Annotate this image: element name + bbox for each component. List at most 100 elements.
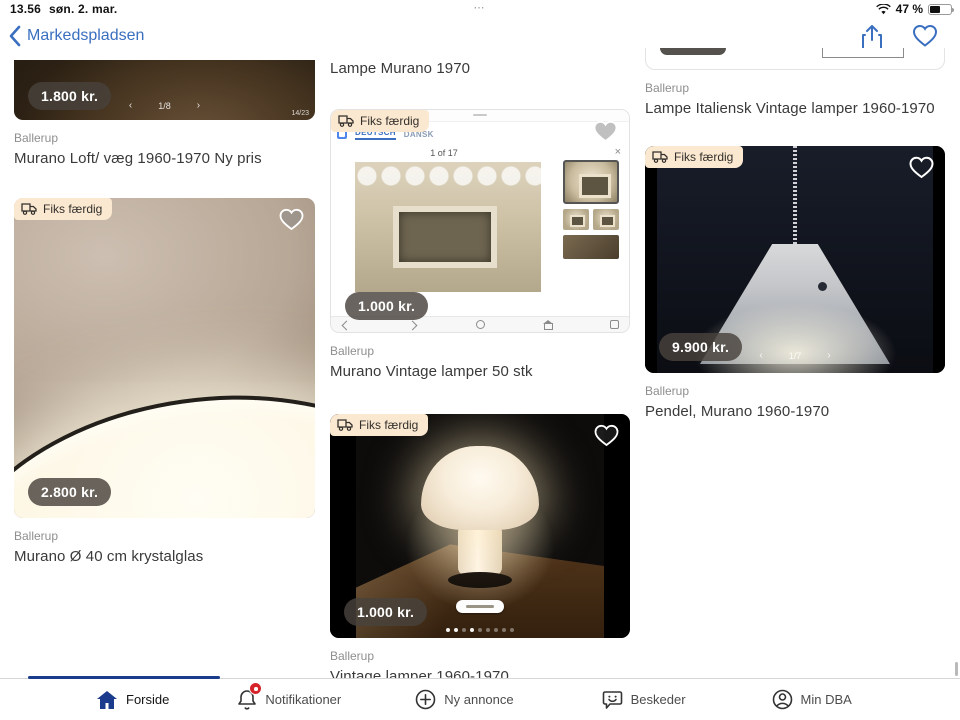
truck-icon xyxy=(337,419,353,431)
image-carousel-controls[interactable]: ‹ 1/8 › xyxy=(14,100,315,111)
favorite-heart-button[interactable] xyxy=(592,119,619,144)
browser-back-icon xyxy=(341,320,350,329)
fiks-faerdig-badge: Fiks færdig xyxy=(645,146,743,168)
carousel-dots xyxy=(330,628,630,632)
listing-image-gallery-screenshot[interactable]: DEUTSCH DANSK 1 of 17 × xyxy=(330,109,630,333)
fiks-faerdig-badge: Fiks færdig xyxy=(14,198,112,220)
wifi-icon xyxy=(876,4,891,15)
photo-letterbox xyxy=(645,146,657,373)
back-chevron-icon xyxy=(8,25,21,47)
listing-location: Ballerup xyxy=(645,81,945,95)
truck-icon xyxy=(21,203,37,215)
browser-tabs-icon xyxy=(610,320,619,329)
lamp-cap xyxy=(421,446,539,530)
price-badge-partial xyxy=(660,48,726,55)
bottom-tab-bar: Forside Notifikationer Ny annonce Besked… xyxy=(0,678,960,720)
inner-close-icon: × xyxy=(615,146,621,158)
fiks-faerdig-label: Fiks færdig xyxy=(43,202,102,216)
home-icon xyxy=(96,690,118,710)
buy-button-partial xyxy=(822,48,904,58)
listing-image-krystalglas[interactable]: Fiks færdig 2.800 kr. xyxy=(14,198,315,518)
lamp-base xyxy=(448,572,512,588)
browser-reload-icon xyxy=(476,320,485,329)
image-counter: 14/23 xyxy=(291,110,309,117)
listing-column-2: Lampe Murano 1970 DEUTSCH DANSK 1 of 17 … xyxy=(330,60,630,685)
listing-title[interactable]: Pendel, Murano 1960-1970 xyxy=(645,403,945,420)
carousel-next-icon[interactable]: › xyxy=(197,100,200,111)
back-label: Markedspladsen xyxy=(27,27,144,45)
inner-thumbnails xyxy=(563,160,621,259)
battery-percent: 47 % xyxy=(896,2,923,16)
favorite-heart-button[interactable] xyxy=(593,423,620,448)
listing-column-3: Ballerup Lampe Italiensk Vintage lamper … xyxy=(645,60,945,420)
thumbnail xyxy=(563,235,619,259)
truck-icon xyxy=(652,151,668,163)
fiks-faerdig-badge: Fiks færdig xyxy=(330,414,428,436)
buy-now-pill xyxy=(456,600,504,613)
browser-home-icon xyxy=(543,320,552,329)
multitask-dots-icon: ⋯ xyxy=(0,1,960,14)
tab-label: Min DBA xyxy=(801,692,852,707)
inner-photo-counter: 1 of 17 xyxy=(331,148,557,158)
back-button[interactable]: Markedspladsen xyxy=(8,25,144,47)
listing-image-mushroom-lamp[interactable]: Fiks færdig 1.000 kr. xyxy=(330,414,630,638)
lamp-cord xyxy=(793,146,797,246)
tab-label: Beskeder xyxy=(631,692,686,707)
status-bar: 13.56søn. 2. mar. ⋯ 47 % xyxy=(0,0,960,18)
notification-badge xyxy=(249,682,262,695)
thumbnail xyxy=(563,209,589,230)
tab-label: Notifikationer xyxy=(265,692,341,707)
listing-column-1: 1.800 kr. ‹ 1/8 › 14/23 Ballerup Murano … xyxy=(14,60,315,565)
photo-letterbox xyxy=(933,146,945,373)
profile-icon xyxy=(772,689,793,710)
listing-location: Ballerup xyxy=(330,649,630,663)
listing-location: Ballerup xyxy=(330,344,630,358)
listing-title[interactable]: Lampe Murano 1970 xyxy=(330,60,630,77)
inner-main-photo xyxy=(355,162,541,292)
tab-ny-annonce[interactable]: Ny annonce xyxy=(415,689,513,710)
carousel-prev-icon[interactable]: ‹ xyxy=(129,100,132,111)
scrollbar[interactable] xyxy=(955,662,958,676)
favorite-heart-button[interactable] xyxy=(908,155,935,180)
plus-circle-icon xyxy=(415,689,436,710)
tab-label: Ny annonce xyxy=(444,692,513,707)
listing-location: Ballerup xyxy=(14,529,315,543)
listing-image-pendant-lamp[interactable]: Fiks færdig 9.900 kr. ‹ 1/7 › xyxy=(645,146,945,373)
listing-title[interactable]: Murano Vintage lamper 50 stk xyxy=(330,363,630,380)
tab-min-dba[interactable]: Min DBA xyxy=(772,689,852,710)
listing-location: Ballerup xyxy=(645,384,945,398)
tab-forside[interactable]: Forside xyxy=(96,690,169,710)
active-tab-indicator xyxy=(28,676,220,679)
carousel-page: 1/7 xyxy=(789,351,802,361)
thumbnail xyxy=(563,160,619,204)
listing-title[interactable]: Lampe Italiensk Vintage lamper 1960-1970 xyxy=(645,100,945,117)
tab-notifikationer[interactable]: Notifikationer xyxy=(237,689,341,710)
price-badge: 1.000 kr. xyxy=(345,292,428,320)
lamp-photo-decor xyxy=(127,60,315,120)
fiks-faerdig-label: Fiks færdig xyxy=(359,418,418,432)
tab-label: Forside xyxy=(126,692,169,707)
battery-icon xyxy=(928,4,952,15)
listing-image-cutoff[interactable] xyxy=(645,48,945,70)
carousel-next-icon[interactable]: › xyxy=(827,350,830,361)
app-screen: 13.56søn. 2. mar. ⋯ 47 % Markedspladsen xyxy=(0,0,960,720)
carousel-prev-icon[interactable]: ‹ xyxy=(759,350,762,361)
thumbnail xyxy=(593,209,619,230)
truck-icon xyxy=(338,115,354,127)
carousel-page: 1/8 xyxy=(158,101,171,111)
fiks-faerdig-label: Fiks færdig xyxy=(360,114,419,128)
listing-title[interactable]: Murano Loft/ væg 1960-1970 Ny pris xyxy=(14,150,315,167)
favorite-heart-button[interactable] xyxy=(278,207,305,232)
listing-location: Ballerup xyxy=(14,131,315,145)
chat-smiley-icon xyxy=(602,690,623,710)
price-badge: 1.000 kr. xyxy=(344,598,427,626)
tab-beskeder[interactable]: Beskeder xyxy=(602,690,686,710)
fiks-faerdig-label: Fiks færdig xyxy=(674,150,733,164)
price-badge: 2.800 kr. xyxy=(28,478,111,506)
image-carousel-controls[interactable]: ‹ 1/7 › xyxy=(645,350,945,361)
listing-title[interactable]: Murano Ø 40 cm krystalglas xyxy=(14,548,315,565)
browser-forward-icon xyxy=(408,320,417,329)
lamp-stem xyxy=(458,522,502,578)
fiks-faerdig-badge: Fiks færdig xyxy=(331,110,429,132)
listing-image-murano-loft[interactable]: 1.800 kr. ‹ 1/8 › 14/23 xyxy=(14,60,315,120)
